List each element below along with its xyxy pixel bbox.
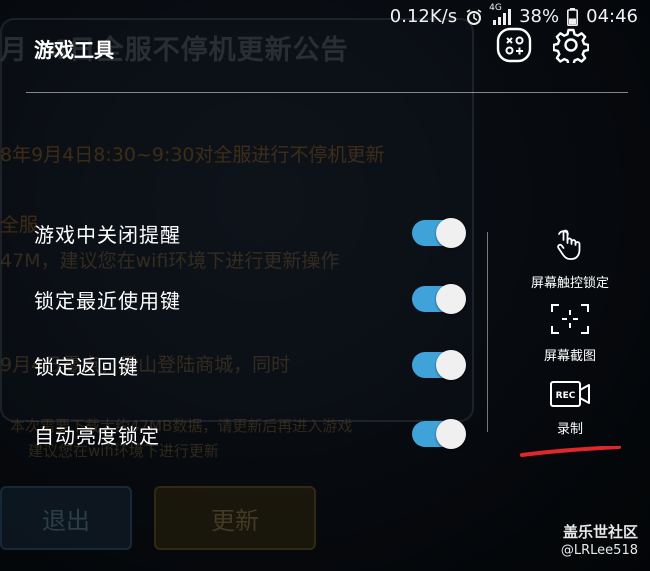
record-button[interactable]: REC 录制 (510, 380, 630, 437)
record-label: 录制 (556, 422, 583, 437)
game-tools-title: 游戏工具 (34, 38, 114, 62)
watermark-user: @LRLee518 (560, 543, 638, 558)
signal-icon: 4G (489, 3, 512, 25)
svg-text:REC: REC (556, 391, 576, 401)
setting-row-lock-recents-key[interactable]: 锁定最近使用键 (34, 279, 466, 319)
touch-lock-label: 屏幕触控锁定 (530, 276, 609, 291)
setting-row-lock-back-key[interactable]: 锁定返回键 (34, 345, 466, 385)
toggle-knob (436, 284, 466, 314)
alarm-icon (465, 8, 483, 26)
battery-icon (567, 7, 579, 26)
toggle-knob (436, 350, 466, 380)
auto-brightness-lock-toggle[interactable] (412, 419, 466, 449)
battery-percent: 38% (519, 6, 560, 27)
gear-icon (552, 27, 590, 67)
touch-lock-button[interactable]: 屏幕触控锁定 (510, 226, 630, 291)
clock: 04:46 (586, 6, 638, 27)
setting-row-close-notifications[interactable]: 游戏中关闭提醒 (34, 213, 466, 253)
setting-row-auto-brightness-lock[interactable]: 自动亮度锁定 (34, 414, 466, 454)
screenshot-icon (550, 303, 590, 339)
watermark-site: 盖乐世社区 (562, 523, 638, 541)
setting-label: 锁定最近使用键 (34, 288, 181, 313)
screenshot-button[interactable]: 屏幕截图 (510, 303, 630, 364)
annotation-underline (520, 446, 621, 457)
game-booster-button[interactable] (496, 27, 532, 67)
game-booster-icon (496, 27, 532, 67)
header-divider (26, 92, 628, 93)
toggle-knob (436, 218, 466, 248)
settings-button[interactable] (552, 27, 590, 67)
close-notifications-toggle[interactable] (412, 218, 466, 248)
net-speed: 0.12K/s (389, 6, 458, 27)
lock-recents-key-toggle[interactable] (412, 284, 466, 314)
vertical-divider (487, 232, 488, 432)
setting-label: 锁定返回键 (34, 354, 139, 379)
screenshot-label: 屏幕截图 (543, 349, 596, 364)
status-bar: 0.12K/s 4G 38% 04:46 (389, 3, 638, 28)
touch-lock-icon (551, 226, 589, 266)
rec-icon: REC (550, 380, 590, 412)
setting-label: 自动亮度锁定 (34, 423, 160, 448)
toggle-knob (436, 419, 466, 449)
setting-label: 游戏中关闭提醒 (34, 222, 181, 247)
lock-back-key-toggle[interactable] (412, 350, 466, 380)
